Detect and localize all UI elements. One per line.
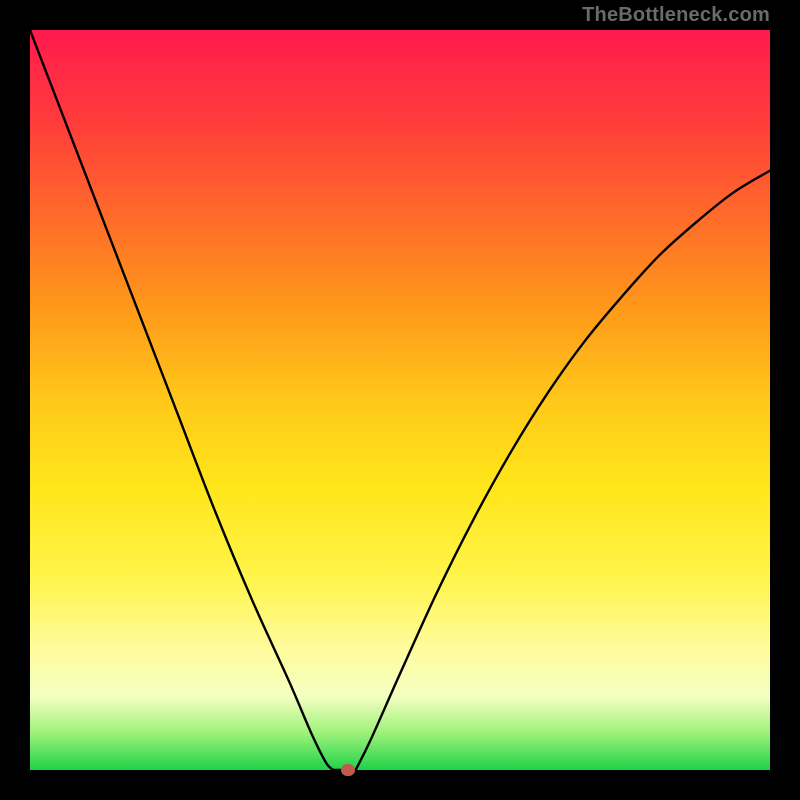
bottleneck-curve (30, 30, 770, 770)
plot-area (30, 30, 770, 770)
chart-frame: TheBottleneck.com (0, 0, 800, 800)
optimum-marker (341, 764, 355, 776)
curve-path (30, 30, 770, 770)
watermark-text: TheBottleneck.com (582, 4, 770, 27)
